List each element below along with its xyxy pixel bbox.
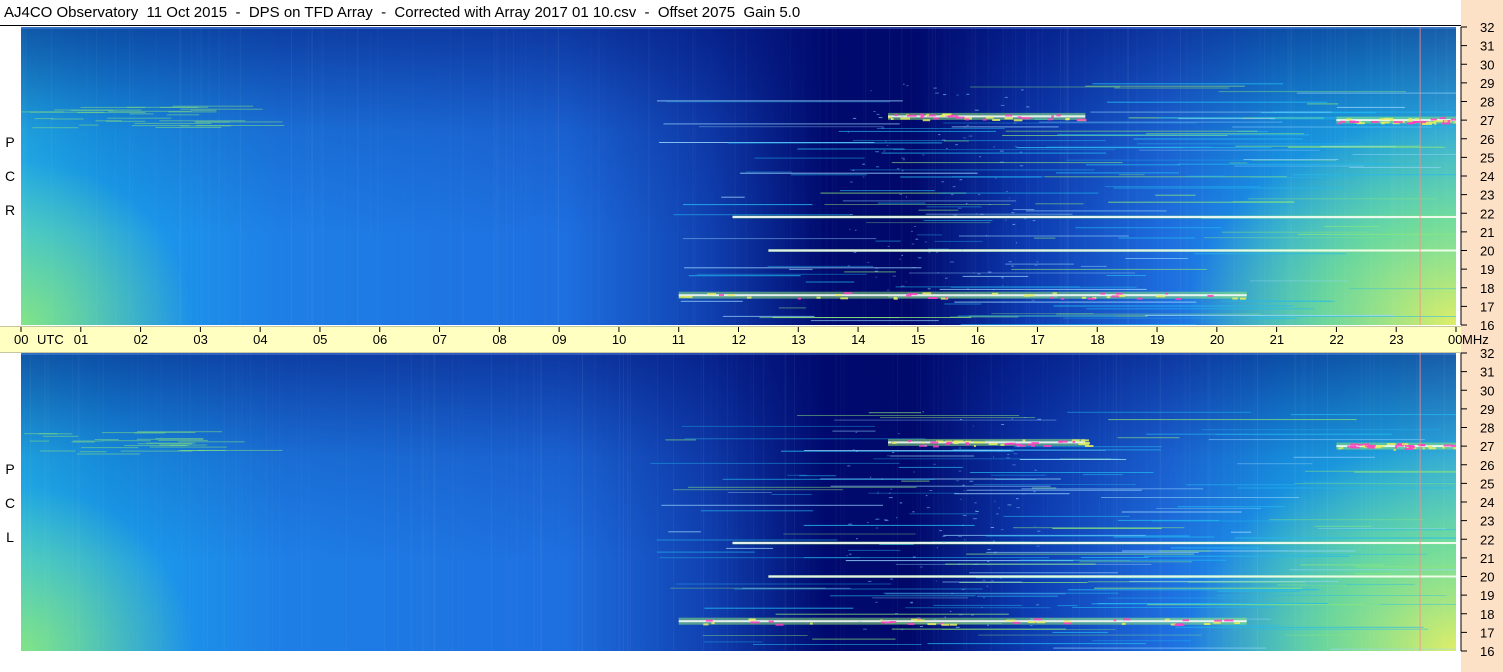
frequency-tick-label: 20 [1480,244,1494,259]
frequency-tick-label: 19 [1480,262,1494,277]
time-tick-label: 07 [433,332,447,347]
time-tick-label: 01 [74,332,88,347]
time-tick-label: 14 [851,332,865,347]
frequency-axis-unit: MHz [1462,332,1489,347]
time-tick-label: 23 [1389,332,1403,347]
time-tick-label: 00 [1448,332,1462,347]
time-tick-label: 13 [791,332,805,347]
frequency-tick-label: 16 [1480,644,1494,659]
frequency-tick-label: 31 [1480,365,1494,380]
frequency-tick-label: 23 [1480,514,1494,529]
time-tick-label: 17 [1030,332,1044,347]
time-tick-label: 05 [313,332,327,347]
frequency-tick-label: 28 [1480,95,1494,110]
frequency-tick-label: 16 [1480,318,1494,333]
time-tick-label: 08 [492,332,506,347]
frequency-tick-label: 31 [1480,39,1494,54]
frequency-tick-label: 30 [1480,383,1494,398]
frequency-tick-label: 18 [1480,607,1494,622]
frequency-tick-label: 19 [1480,588,1494,603]
frequency-tick-label: 21 [1480,225,1494,240]
time-axis-unit: UTC [37,332,64,347]
frequency-tick-label: 25 [1480,476,1494,491]
frequency-tick-label: 32 [1480,346,1494,361]
time-tick-label: 15 [911,332,925,347]
frequency-tick-label: 28 [1480,421,1494,436]
time-tick-label: 04 [253,332,267,347]
time-tick-label: 03 [193,332,207,347]
time-tick-label: 11 [672,332,686,347]
time-tick-label: 19 [1150,332,1164,347]
time-tick-label: 00 [14,332,28,347]
time-tick-label: 18 [1090,332,1104,347]
frequency-tick-label: 27 [1480,113,1494,128]
frequency-tick-label: 30 [1480,57,1494,72]
frequency-tick-label: 18 [1480,281,1494,296]
time-tick-label: 20 [1210,332,1224,347]
frequency-tick-label: 22 [1480,532,1494,547]
frequency-tick-label: 26 [1480,132,1494,147]
time-tick-label: 22 [1329,332,1343,347]
time-tick-label: 12 [732,332,746,347]
time-tick-label: 16 [971,332,985,347]
frequency-tick-label: 25 [1480,150,1494,165]
frequency-tick-label: 27 [1480,439,1494,454]
time-tick-label: 21 [1270,332,1284,347]
time-tick-label: 02 [134,332,148,347]
frequency-tick-label: 26 [1480,458,1494,473]
frequency-tick-label: 23 [1480,188,1494,203]
frequency-tick-label: 17 [1480,625,1494,640]
frequency-tick-label: 29 [1480,76,1494,91]
frequency-tick-label: 24 [1480,495,1494,510]
frequency-tick-label: 29 [1480,402,1494,417]
time-tick-label: 06 [373,332,387,347]
frequency-tick-label: 32 [1480,20,1494,35]
frequency-tick-label: 24 [1480,169,1494,184]
time-tick-label: 10 [612,332,626,347]
frequency-tick-label: 22 [1480,206,1494,221]
frequency-tick-label: 17 [1480,299,1494,314]
time-tick-label: 09 [552,332,566,347]
frequency-tick-label: 20 [1480,570,1494,585]
axes-overlay: 00 01 02 03 04 05 06 07 08 09 10 11 12 13 14 15 16 17 18 19… [14,20,1494,659]
frequency-tick-label: 21 [1480,551,1494,566]
